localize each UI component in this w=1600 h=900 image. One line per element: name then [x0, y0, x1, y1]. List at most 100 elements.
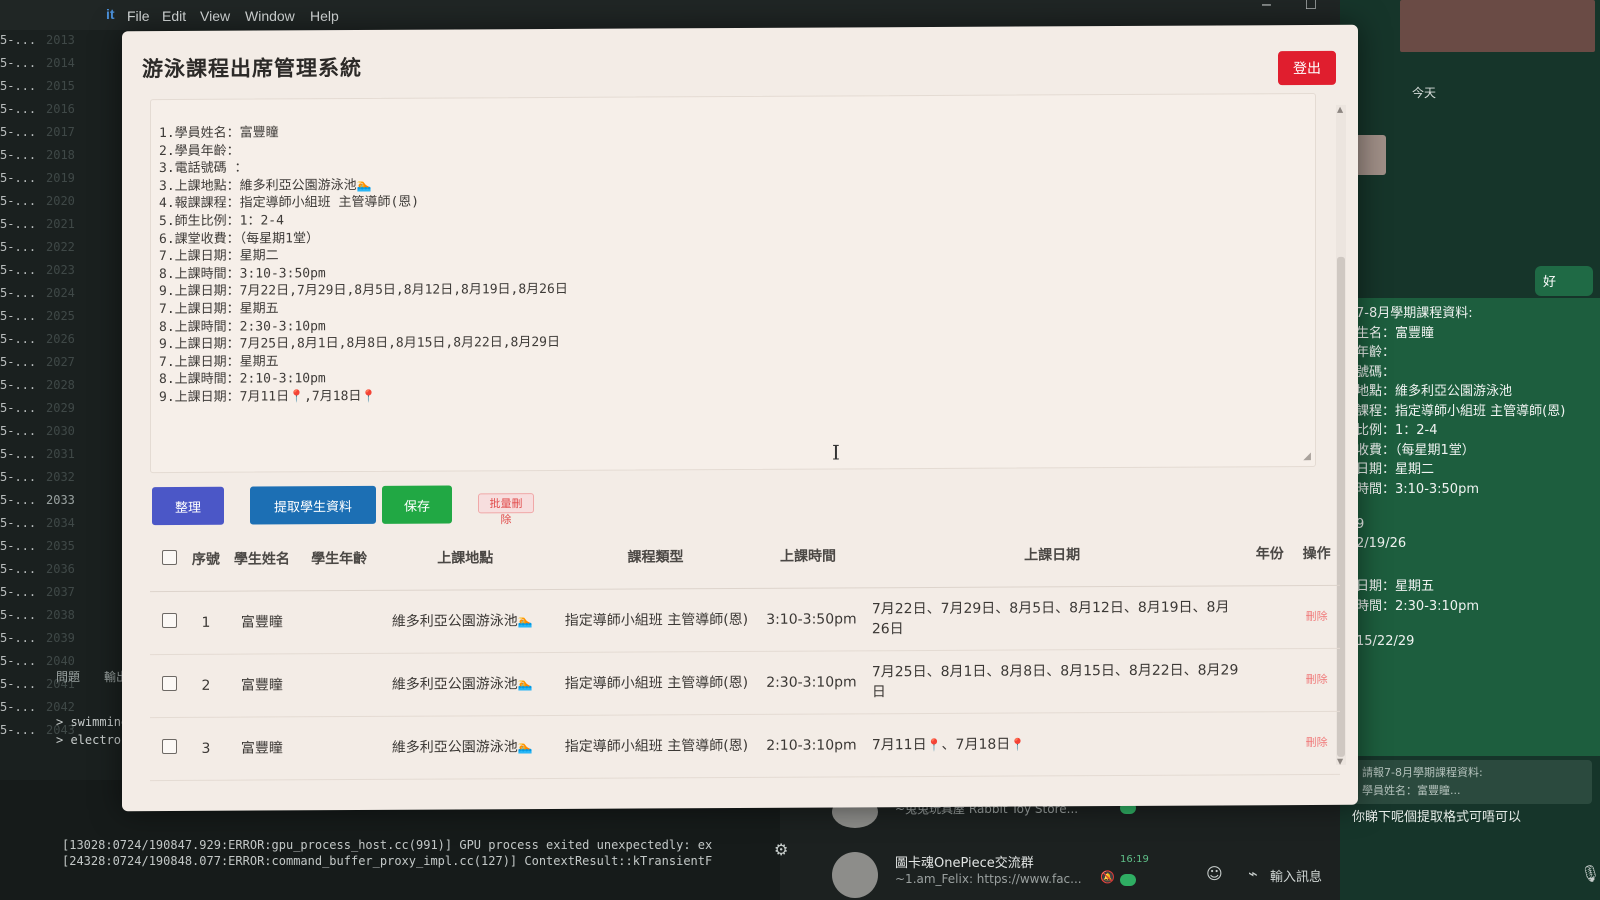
cell-age [300, 653, 378, 717]
line-number: 2033 [46, 493, 75, 507]
cell-age [300, 590, 378, 654]
mute-icon: 🔕 [1100, 870, 1115, 884]
gutter-fold-label: 5-... [0, 309, 37, 323]
logout-button[interactable]: 登出 [1278, 50, 1336, 86]
gutter-fold-label: 5-... [0, 424, 37, 438]
textarea-line: 4.報課課程：指定導師小組班 主管導師(恩) [159, 191, 419, 211]
gutter-fold-label: 5-... [0, 148, 37, 162]
gutter-fold-label: 5-... [0, 286, 37, 300]
gutter-line: 5-... 2018 [0, 148, 135, 168]
minimize-icon[interactable]: – [1262, 0, 1271, 14]
gutter-fold-label: 5-... [0, 562, 37, 576]
gutter-fold-label: 5-... [0, 125, 37, 139]
panel-tabs[interactable]: 問題 輸出 [56, 668, 128, 685]
cell-time: 2:10-3:10pm [758, 713, 858, 778]
gutter-fold-label: 5-... [0, 171, 37, 185]
emoji-icon[interactable]: ☺ [1206, 864, 1223, 883]
scroll-up-icon[interactable]: ▲ [1337, 105, 1343, 114]
header-year[interactable]: 年份 [1246, 521, 1294, 586]
gutter-fold-label: 5-... [0, 723, 37, 737]
delete-button[interactable]: 刪除 [1293, 648, 1340, 712]
quote-line: 請報7-8月學期課程資料: [1362, 766, 1483, 779]
line-number: 2019 [46, 171, 75, 185]
gutter-line: 5-... 2025 [0, 309, 135, 329]
tidy-button[interactable]: 整理 [152, 486, 224, 526]
settings-icon[interactable]: ⚙ [774, 840, 788, 859]
cell-location: 維多利亞公園游泳池🏊 [377, 589, 553, 654]
image-thumbnail[interactable] [1354, 135, 1386, 175]
textarea-line: 1.學員姓名：富豐瞳 [159, 121, 279, 141]
menu-edit[interactable]: Edit [162, 8, 186, 24]
quoted-message: 請報7-8月學期課程資料: 學員姓名：富豐瞳... [1352, 760, 1592, 804]
page-title: 游泳課程出席管理系統 [142, 55, 362, 82]
tree-item-swimming[interactable]: > swimming [56, 715, 128, 729]
chat-name[interactable]: 圖卡魂OnePiece交流群 [895, 852, 1034, 871]
attach-icon[interactable]: ⌁ [1248, 864, 1258, 883]
gutter-line: 5-... 2039 [0, 631, 135, 651]
gutter-line: 5-... 2017 [0, 125, 135, 145]
row-checkbox[interactable] [161, 612, 177, 628]
table-row: 2 富豐瞳 維多利亞公園游泳池🏊 指定導師小組班 主管導師(恩) 2:30-3:10pm… [150, 648, 1340, 718]
header-no[interactable]: 序號 [188, 526, 224, 592]
line-number: 2016 [46, 102, 75, 116]
textarea-line: 9.上課日期：7月25日,8月1日,8月8日,8月15日,8月22日,8月29日 [159, 331, 560, 352]
cell-dates-text: 7月25日、8月1日、8月8日、8月15日、8月22日、8月29日 [871, 662, 1239, 701]
message-line: 地點：維多利亞公園游泳池 [1356, 384, 1513, 399]
cell-year [1246, 648, 1294, 712]
menu-help[interactable]: Help [310, 8, 339, 24]
gutter-fold-label: 5-... [0, 447, 37, 461]
gutter-line: 5-... 2026 [0, 332, 135, 352]
cell-no: 3 [188, 717, 224, 781]
menu-file[interactable]: File [127, 8, 150, 24]
message-input[interactable]: 輸入訊息 [1270, 866, 1322, 885]
image-thumbnail[interactable] [1400, 0, 1595, 52]
maximize-icon[interactable]: □ [1306, 0, 1316, 14]
delete-button[interactable]: 刪除 [1293, 711, 1340, 775]
header-dates[interactable]: 上課日期 [857, 521, 1247, 588]
tree-item-electron[interactable]: > electron [56, 733, 128, 747]
header-name[interactable]: 學生姓名 [223, 526, 301, 592]
message-line: 課程：指定導師小組班 主管導師(恩) [1356, 403, 1566, 419]
header-location[interactable]: 上課地點 [377, 524, 553, 591]
header-time[interactable]: 上課時間 [758, 523, 858, 589]
gutter-line: 5-... 2030 [0, 424, 135, 444]
mic-icon[interactable]: 🎙 [1580, 864, 1600, 883]
row-checkbox[interactable] [161, 675, 177, 691]
avatar[interactable] [832, 852, 878, 898]
resize-grip-icon[interactable]: ◢ [1303, 451, 1311, 462]
swimmer-icon: 🏊 [517, 677, 533, 692]
gutter-fold-label: 5-... [0, 355, 37, 369]
menu-view[interactable]: View [200, 8, 230, 24]
menu-window[interactable]: Window [245, 8, 295, 24]
gutter-line: 5-... 2013 [0, 33, 135, 53]
header-age[interactable]: 學生年齡 [300, 525, 378, 591]
delete-button[interactable]: 刪除 [1293, 585, 1340, 649]
extract-students-button[interactable]: 提取學生資料 [250, 485, 376, 525]
gutter-fold-label: 5-... [0, 240, 37, 254]
gutter-fold-label: 5-... [0, 378, 37, 392]
gutter-fold-label: 5-... [0, 79, 37, 93]
batch-delete-button[interactable]: 批量刪除 [478, 493, 534, 526]
cell-no: 2 [188, 654, 224, 718]
textarea-line-text: ,7月18日 [304, 388, 362, 405]
line-number: 2024 [46, 286, 75, 300]
gutter-line: 5-... 2036 [0, 562, 135, 582]
message-line: 年齡： [1356, 345, 1396, 360]
pin-icon: 📍 [361, 388, 377, 403]
header-course[interactable]: 課程類型 [552, 523, 759, 590]
unread-badge [1120, 874, 1136, 886]
line-number: 2023 [46, 263, 75, 277]
student-info-textarea[interactable]: ◢ 1.學員姓名：富豐瞳 2.學員年齡： 3.電話號碼 ： 3.上課地點：維多利亞公園… [150, 92, 1316, 474]
swimmer-icon: 🏊 [517, 614, 533, 629]
cell-course: 指定導師小組班 主管導師(恩) [552, 651, 759, 716]
gutter-fold-label: 5-... [0, 102, 37, 116]
save-button[interactable]: 保存 [382, 485, 452, 524]
cell-dates: 7月11日📍、7月18日📍 [857, 711, 1247, 777]
line-number: 2030 [46, 424, 75, 438]
select-all-checkbox[interactable] [161, 549, 177, 565]
line-number: 2038 [46, 608, 75, 622]
gutter-fold-label: 5-... [0, 516, 37, 530]
line-number: 2025 [46, 309, 75, 323]
message-line: 時間：2:30-3:10pm [1356, 598, 1479, 614]
row-checkbox[interactable] [161, 738, 177, 754]
